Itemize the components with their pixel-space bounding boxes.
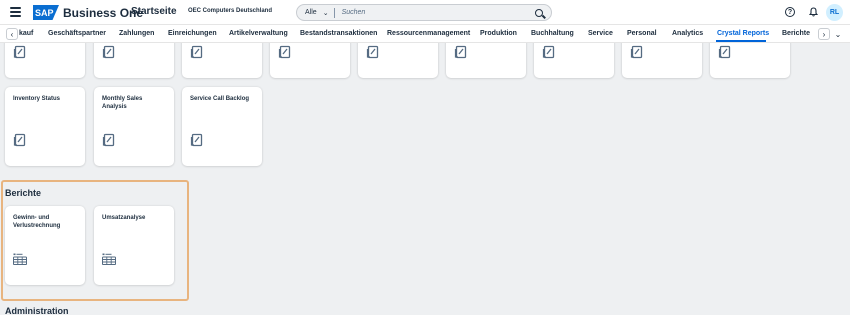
- help-icon[interactable]: ?: [785, 7, 795, 17]
- shell-bar: SAP Business One Startseite OEC Computer…: [0, 0, 850, 25]
- chevron-down-icon[interactable]: ⌄: [832, 28, 844, 40]
- document-icon: [13, 133, 26, 147]
- tab-crystal-reports[interactable]: Crystal Reports: [717, 30, 769, 37]
- tab-berichte[interactable]: Berichte: [782, 30, 810, 37]
- avatar[interactable]: RL: [826, 4, 843, 21]
- tab-ressourcenmanagement[interactable]: Ressourcenmanagement: [387, 30, 470, 37]
- company-name: OEC Computers Deutschland: [188, 8, 273, 14]
- document-icon: [454, 45, 467, 59]
- search-field[interactable]: Alle ⌄ Suchen: [296, 4, 552, 21]
- section-title-berichte: Berichte: [5, 188, 42, 198]
- document-icon: [630, 45, 643, 59]
- search-scope-select[interactable]: Alle: [305, 9, 317, 16]
- tile-inventory-status[interactable]: Inventory Status: [5, 87, 85, 166]
- tile-title: Monthly Sales Analysis: [102, 96, 143, 110]
- tile-title: Umsatzanalyse: [102, 215, 146, 221]
- tab-geschaeftspartner[interactable]: Geschäftspartner: [48, 30, 106, 37]
- document-icon: [190, 45, 203, 59]
- tab-buchhaltung[interactable]: Buchhaltung: [531, 30, 574, 37]
- tab-bestandstransaktionen[interactable]: Bestandstransaktionen: [300, 30, 377, 37]
- document-icon: [718, 45, 731, 59]
- menu-icon[interactable]: [10, 7, 21, 17]
- tile-title: Service Call Backlog: [190, 96, 250, 102]
- search-icon[interactable]: [535, 9, 543, 17]
- sap-logo-mark: SAP: [33, 5, 59, 20]
- document-icon: [13, 45, 26, 59]
- tab-einreichungen[interactable]: Einreichungen: [168, 30, 217, 37]
- tab-artikelverwaltung[interactable]: Artikelverwaltung: [229, 30, 288, 37]
- tab-analytics[interactable]: Analytics: [672, 30, 703, 37]
- tab-service[interactable]: Service: [588, 30, 613, 37]
- report-list-icon: [13, 253, 27, 265]
- document-icon: [102, 45, 115, 59]
- search-divider: [333, 7, 335, 18]
- tile-service-call-backlog[interactable]: Service Call Backlog: [182, 87, 262, 166]
- search-input[interactable]: Suchen: [342, 9, 366, 16]
- chevron-down-icon[interactable]: ⌄: [323, 9, 329, 17]
- report-list-icon: [102, 253, 116, 265]
- tile-title: Inventory Status: [13, 96, 61, 102]
- document-icon: [542, 45, 555, 59]
- tile-umsatzanalyse[interactable]: Umsatzanalyse: [94, 206, 174, 285]
- document-icon: [102, 133, 115, 147]
- tab-zahlungen[interactable]: Zahlungen: [119, 30, 154, 37]
- chevron-right-icon[interactable]: ›: [818, 28, 830, 40]
- page-title: Startseite: [131, 6, 177, 17]
- tile-gewinn-und-verlustrechnung[interactable]: Gewinn- und Verlustrechnung: [5, 206, 85, 285]
- document-icon: [190, 133, 203, 147]
- sap-logo[interactable]: SAP Business One: [33, 5, 143, 20]
- chevron-left-icon[interactable]: ‹: [6, 28, 18, 40]
- tab-bar: ‹ kauf Geschäftspartner Zahlungen Einrei…: [0, 25, 850, 43]
- tile-monthly-sales-analysis[interactable]: Monthly Sales Analysis: [94, 87, 174, 166]
- tab-produktion[interactable]: Produktion: [480, 30, 517, 37]
- bell-icon[interactable]: [809, 7, 818, 17]
- document-icon: [278, 45, 291, 59]
- tile-title: Gewinn- und Verlustrechnung: [13, 215, 61, 229]
- section-title-administration: Administration: [5, 306, 69, 315]
- document-icon: [366, 45, 379, 59]
- active-tab-indicator: [716, 40, 766, 42]
- tab-einkauf[interactable]: kauf: [19, 30, 33, 37]
- tab-personal[interactable]: Personal: [627, 30, 657, 37]
